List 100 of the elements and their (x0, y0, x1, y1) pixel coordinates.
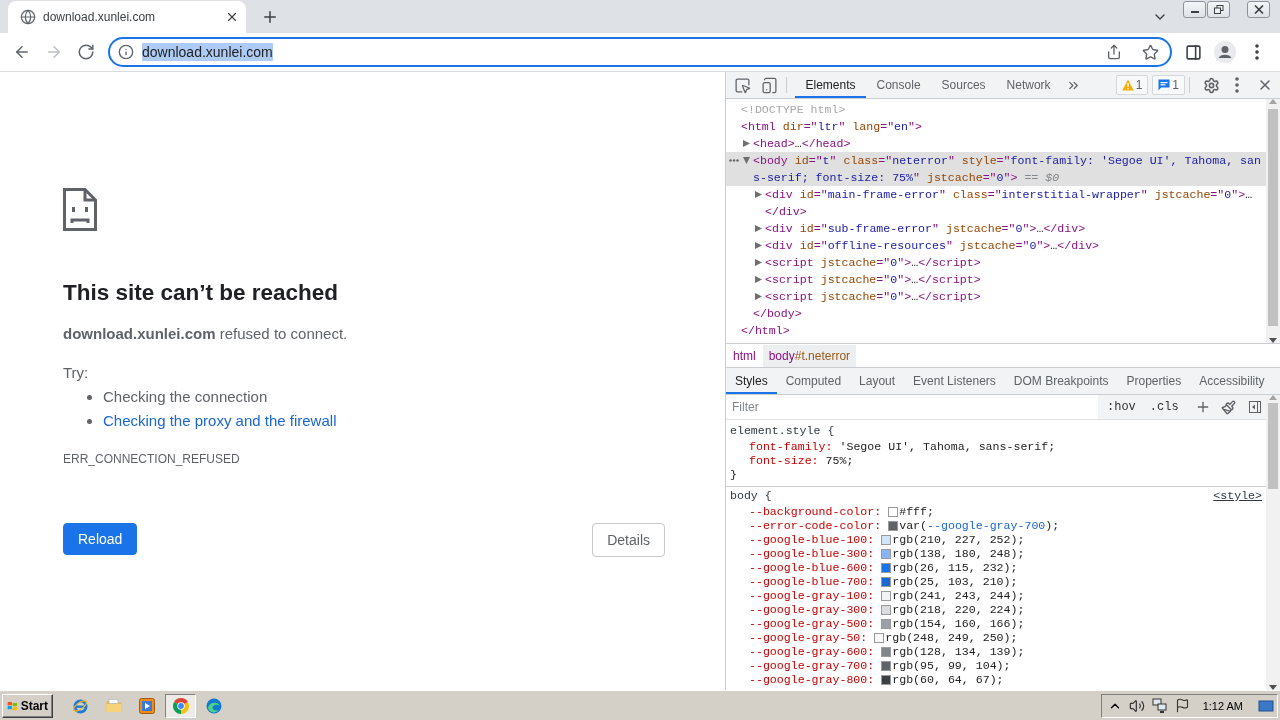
triangle-right-icon[interactable] (755, 276, 762, 283)
css-value: rgb(26, 115, 232); (892, 561, 1018, 575)
css-property: --google-gray-100: (749, 589, 875, 603)
triangle-right-icon[interactable] (755, 259, 762, 266)
css-value: var(--google-gray-700); (899, 519, 1060, 533)
color-swatch-icon[interactable] (881, 675, 892, 685)
dom-node-row[interactable]: <script jstcache="0">…</script> (726, 271, 1266, 288)
color-swatch-icon[interactable] (888, 521, 899, 531)
network-icon[interactable] (1151, 697, 1168, 714)
settings-icon (1202, 76, 1220, 94)
clock[interactable]: 1:12 AM (1202, 699, 1243, 712)
dom-node-row[interactable]: <head>…</head> (726, 135, 1266, 152)
info-icon[interactable] (118, 44, 134, 60)
error-heading: This site can’t be reached (63, 279, 340, 307)
color-swatch-icon[interactable] (881, 619, 892, 629)
sidebar-tab[interactable]: Event Listeners (904, 368, 1005, 394)
menu-icon (1255, 44, 1259, 60)
breadcrumb[interactable]: html (727, 344, 762, 367)
color-swatch-icon[interactable] (888, 507, 899, 517)
suggestion-text: Checking the connection (103, 387, 268, 407)
dom-node-row[interactable]: </body> (726, 305, 1266, 322)
sidebar-tab[interactable]: Computed (776, 368, 851, 394)
messages-count-button[interactable]: 1 (1152, 75, 1185, 95)
restore-icon (1213, 5, 1224, 14)
devtools-tab[interactable]: Sources (931, 72, 997, 98)
css-variable-link[interactable]: --google-gray-700 (927, 519, 1046, 532)
css-property: --google-gray-700: (749, 659, 875, 673)
dom-node-row[interactable]: <div id="sub-frame-error" jstcache="0">…</div> (726, 220, 1266, 237)
css-selector: element.style { (730, 424, 835, 438)
triangle-down-icon[interactable] (743, 157, 750, 164)
color-swatch-icon[interactable] (881, 549, 892, 559)
warnings-count-button[interactable]: 1 (1115, 75, 1149, 95)
dom-node-row[interactable]: <div id="main-frame-error" class="interstitial-wrapper" jstcache="0">… </div> (726, 186, 1266, 220)
speaker-icon[interactable] (1128, 697, 1145, 714)
play-icon (139, 697, 155, 714)
css-value: rgb(25, 103, 210); (892, 575, 1018, 589)
scrollbar-thumb[interactable] (1268, 109, 1278, 326)
restore-button[interactable] (1207, 1, 1230, 18)
scrollbar[interactable] (1266, 99, 1280, 343)
sidebar-tab[interactable]: DOM Breakpoints (1004, 368, 1118, 394)
style-source-link[interactable]: <style> (1213, 489, 1262, 503)
color-swatch-icon[interactable] (881, 577, 892, 587)
ellipsis-icon[interactable] (729, 159, 739, 162)
triangle-right-icon[interactable] (755, 191, 762, 198)
triangle-right-icon[interactable] (755, 242, 762, 249)
try-label: Try: (63, 363, 90, 383)
dom-node-row[interactable]: <body id="t" class="neterror" style="font-family: 'Segoe UI', Tahoma, sans-serif; font-size: 75%" jstcache="0"> == $0 (726, 152, 1266, 186)
color-swatch-icon[interactable] (881, 535, 892, 545)
closing-brace: } (730, 468, 738, 482)
scrollbar[interactable] (1266, 395, 1280, 690)
devtools-tab[interactable]: Elements (795, 72, 867, 98)
e-logo-icon (72, 697, 88, 714)
avatar-icon (1214, 41, 1236, 63)
style-toggle-button[interactable]: :hov (1102, 397, 1141, 417)
profile-button[interactable] (1211, 38, 1239, 66)
show-desktop-icon[interactable] (1258, 697, 1274, 714)
css-property: --background-color: (749, 505, 882, 519)
css-value: rgb(210, 227, 252); (892, 533, 1025, 547)
details-button[interactable]: Details (592, 523, 665, 557)
color-swatch-icon[interactable] (881, 591, 892, 601)
ring-logo-icon (172, 697, 189, 714)
start-button[interactable]: Start (2, 693, 53, 718)
dom-node-row[interactable]: <script jstcache="0">…</script> (726, 288, 1266, 305)
suggestion-link[interactable]: Checking the proxy and the firewall (103, 411, 337, 431)
css-property: --error-code-color: (749, 519, 882, 533)
css-property: --google-blue-300: (749, 547, 875, 561)
flag-icon[interactable] (1174, 698, 1190, 713)
url-text[interactable]: download.xunlei.com (142, 43, 273, 61)
dom-node-row[interactable]: <html dir="ltr" lang="en"> (726, 118, 1266, 135)
color-swatch-icon[interactable] (874, 633, 885, 643)
color-swatch-icon[interactable] (881, 661, 892, 671)
scrollbar-thumb[interactable] (1268, 403, 1278, 489)
sidebar-tab[interactable]: Accessibility (1190, 368, 1274, 394)
color-swatch-icon[interactable] (881, 605, 892, 615)
warning-icon (1121, 79, 1134, 91)
css-value: rgb(95, 99, 104); (892, 659, 1011, 673)
browser-tab[interactable]: download.xunlei.com (8, 1, 246, 33)
triangle-right-icon[interactable] (755, 293, 762, 300)
triangle-right-icon[interactable] (743, 140, 750, 147)
close-window-button[interactable] (1247, 1, 1270, 18)
styles-filter-field[interactable]: Filter (726, 395, 1098, 419)
color-swatch-icon[interactable] (881, 563, 892, 573)
taskbar-app-button[interactable] (165, 693, 196, 718)
address-bar[interactable]: download.xunlei.com (108, 37, 1172, 67)
dom-node-row[interactable]: <div id="offline-resources" jstcache="0">…</div> (726, 237, 1266, 254)
triangle-right-icon[interactable] (755, 225, 762, 232)
sidebar-tab[interactable]: Layout (850, 368, 905, 394)
minimize-button[interactable] (1183, 1, 1206, 18)
css-property: font-family: (749, 440, 833, 454)
style-toggle-button[interactable]: .cls (1144, 397, 1184, 417)
devtools-tab[interactable]: Console (866, 72, 932, 98)
css-value: rgb(241, 243, 244); (892, 589, 1025, 603)
sidebar-tab[interactable]: Properties (1117, 368, 1191, 394)
devtools-tab[interactable]: Network (996, 72, 1062, 98)
dom-node-row[interactable]: </html> (726, 322, 1266, 339)
color-swatch-icon[interactable] (881, 647, 892, 657)
dom-node-row[interactable]: <script jstcache="0">…</script> (726, 254, 1266, 271)
css-property: --google-gray-600: (749, 645, 875, 659)
reload-button[interactable]: Reload (63, 523, 138, 555)
breadcrumb[interactable]: body#t.neterror (762, 344, 857, 367)
